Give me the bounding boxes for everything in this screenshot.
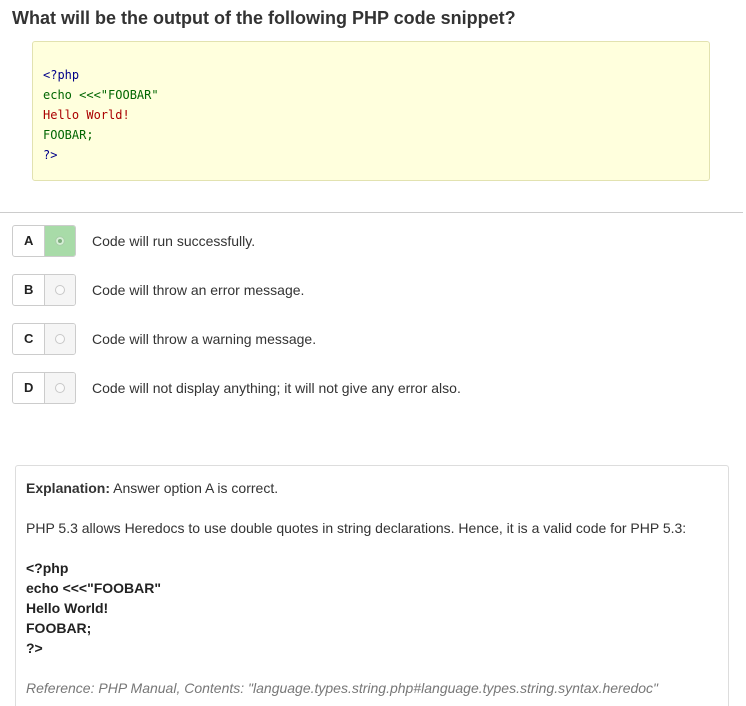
- radio-icon[interactable]: [55, 236, 66, 246]
- option-d[interactable]: D Code will not display anything; it wil…: [12, 372, 712, 404]
- option-radio-cell[interactable]: [45, 275, 75, 305]
- code-line: ?>: [43, 148, 58, 162]
- option-letter: D: [13, 373, 46, 403]
- reference-text: Reference: PHP Manual, Contents: "langua…: [26, 680, 659, 696]
- explanation-panel: Explanation: Answer option A is correct.…: [15, 465, 729, 706]
- explanation-body: PHP 5.3 allows Heredocs to use double qu…: [26, 520, 687, 536]
- option-letter: B: [13, 275, 46, 305]
- explanation-answer: Explanation: Answer option A is correct.: [26, 478, 718, 498]
- option-text[interactable]: Code will not display anything; it will …: [92, 372, 461, 404]
- option-c[interactable]: C Code will throw a warning message.: [12, 323, 712, 355]
- option-a-button[interactable]: A: [12, 225, 76, 257]
- explanation-code: <?php echo <<<"FOOBAR" Hello World! FOOB…: [26, 558, 718, 658]
- option-text[interactable]: Code will throw a warning message.: [92, 323, 316, 355]
- code-line: FOOBAR;: [43, 128, 94, 142]
- explanation-code-line: echo <<<"FOOBAR": [26, 580, 162, 596]
- option-b[interactable]: B Code will throw an error message.: [12, 274, 712, 306]
- option-letter: A: [13, 226, 46, 256]
- explanation-label: Explanation:: [26, 480, 111, 496]
- explanation-code-line: ?>: [26, 640, 43, 656]
- code-line: <?php: [43, 68, 80, 82]
- option-a[interactable]: A Code will run successfully.: [12, 225, 712, 257]
- option-d-button[interactable]: D: [12, 372, 76, 404]
- radio-icon[interactable]: [55, 334, 66, 344]
- code-snippet: <?php echo <<<"FOOBAR" Hello World! FOOB…: [32, 41, 710, 181]
- option-c-button[interactable]: C: [12, 323, 76, 355]
- explanation-code-line: FOOBAR;: [26, 620, 92, 636]
- option-radio-cell[interactable]: [45, 373, 75, 403]
- explanation-code-line: <?php: [26, 560, 69, 576]
- option-b-button[interactable]: B: [12, 274, 76, 306]
- code-line: echo <<<"FOOBAR": [43, 88, 159, 102]
- option-radio-cell[interactable]: [45, 324, 75, 354]
- option-radio-cell[interactable]: [45, 226, 75, 256]
- question-title: What will be the output of the following…: [12, 8, 516, 28]
- option-text[interactable]: Code will throw an error message.: [92, 274, 304, 306]
- radio-icon[interactable]: [55, 285, 66, 295]
- option-text[interactable]: Code will run successfully.: [92, 225, 255, 257]
- explanation-code-line: Hello World!: [26, 600, 109, 616]
- explanation-answer-text: Answer option A is correct.: [110, 480, 279, 496]
- radio-icon[interactable]: [55, 383, 66, 393]
- code-line: Hello World!: [43, 108, 130, 122]
- divider: [0, 212, 743, 213]
- option-letter: C: [13, 324, 46, 354]
